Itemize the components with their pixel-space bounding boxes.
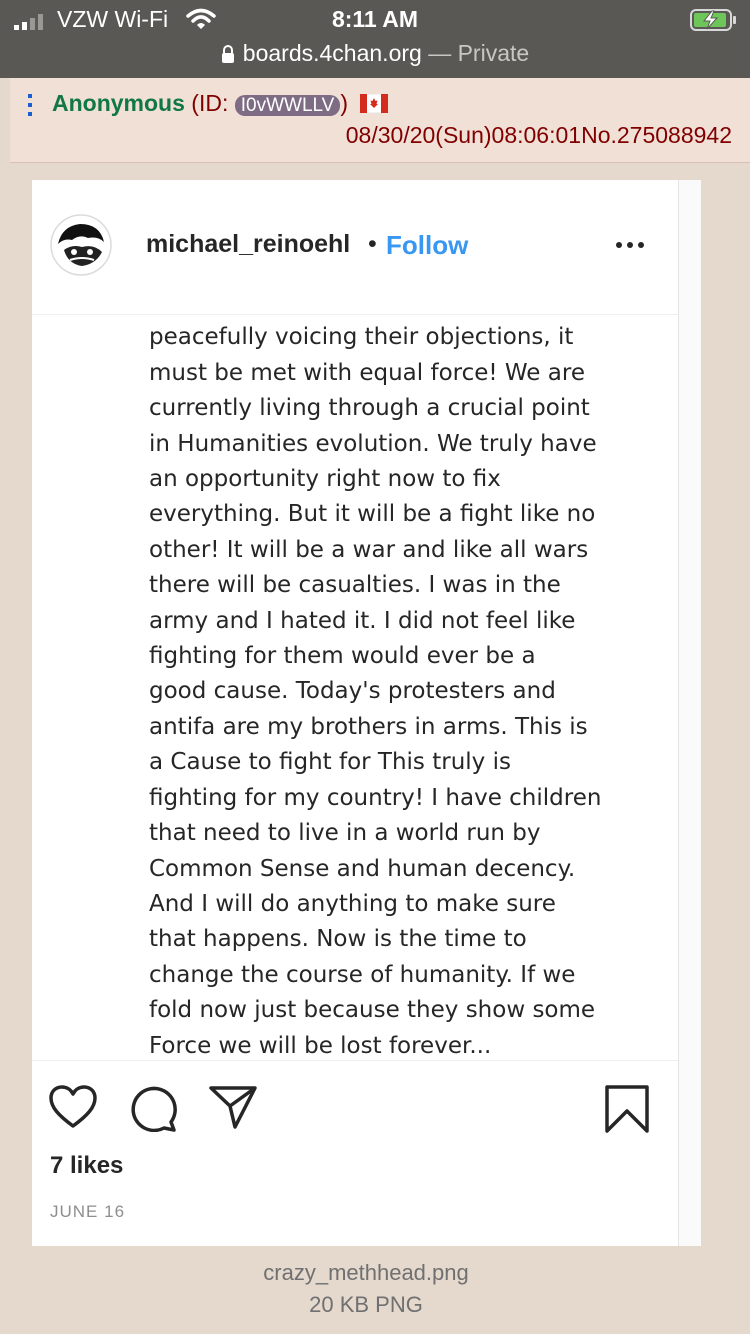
caption-line: other! It will be a war and like all war… <box>149 536 589 563</box>
address-bar[interactable]: boards.4chan.org — Private <box>0 40 750 67</box>
caption-line: in Humanities evolution. We truly have <box>149 430 597 457</box>
caption-line: a Cause to fight for This truly is <box>149 749 511 776</box>
post-date-number: 08/30/20(Sun)08:06:01No.275088942 <box>346 122 732 149</box>
caption-line: currently living through a crucial point <box>149 395 590 422</box>
caption-area: and beat up innocent citizens that arepe… <box>32 315 678 1060</box>
caption-line: fighting for them would ever be a <box>149 643 536 670</box>
caption-line: that need to live in a world run by <box>149 820 541 847</box>
separator-dot: • <box>368 230 377 258</box>
post-number[interactable]: No.275088942 <box>581 122 732 148</box>
post-datetime: 08/30/20(Sun)08:06:01 <box>345 122 582 148</box>
canada-flag-icon <box>360 94 389 113</box>
caption-line: good cause. Today's protesters and <box>149 678 556 705</box>
poster-name: Anonymous <box>52 90 185 116</box>
url-text: boards.4chan.org <box>242 40 422 66</box>
post-menu-icon[interactable] <box>27 94 33 118</box>
caption-line: must be met with equal force! We are <box>149 359 585 386</box>
id-suffix: ) <box>340 90 349 116</box>
lock-icon <box>221 45 234 63</box>
divider <box>32 1060 678 1061</box>
caption-line: change the course of humanity. If we <box>149 961 576 988</box>
caption-line: And I will do anything to make sure <box>149 890 556 917</box>
status-bar: VZW Wi-Fi 8:11 AM boards.4chan.org — Pri… <box>0 0 750 78</box>
caption-line: Common Sense and human decency. <box>149 855 576 882</box>
caption-line: there will be casualties. I was in the <box>149 572 561 599</box>
bookmark-icon <box>605 1085 649 1133</box>
post-author-line: Anonymous (ID: I0vWWLLV) <box>52 90 389 117</box>
post-header: Anonymous (ID: I0vWWLLV) 08/30/20(Sun)08… <box>10 78 750 163</box>
caption-line: fighting for my country! I have children <box>149 784 602 811</box>
poster-id[interactable]: I0vWWLLV <box>234 95 341 116</box>
file-name-link[interactable]: crazy_methhead.png <box>0 1260 732 1286</box>
file-info: 20 KB PNG <box>309 1292 423 1317</box>
battery-charging-icon <box>690 9 736 31</box>
clock: 8:11 AM <box>331 6 419 32</box>
caption-line: Force we will be lost forever... <box>149 1032 492 1059</box>
id-prefix: (ID: <box>191 90 229 116</box>
attached-image[interactable]: michael_reinoehl • Follow and beat up in… <box>32 180 700 1246</box>
comment-icon <box>131 1086 177 1132</box>
more-options-icon <box>616 242 644 248</box>
private-label: — Private <box>428 40 530 66</box>
likes-count: 7 likes <box>50 1152 124 1179</box>
caption-line: antifa are my brothers in arms. This is <box>149 713 588 740</box>
avatar <box>50 214 112 276</box>
caption-line: peacefully voicing their objections, it <box>149 324 574 351</box>
instagram-header: michael_reinoehl • Follow <box>32 180 678 315</box>
caption-line: that happens. Now is the time to <box>149 926 527 953</box>
caption-line: fold now just because they show some <box>149 997 596 1024</box>
post-date-label: JUNE 16 <box>50 1202 126 1221</box>
caption-line: an opportunity right now to fix <box>149 466 501 493</box>
caption-line: army and I hated it. I did not feel like <box>149 607 576 634</box>
instagram-username: michael_reinoehl <box>146 230 351 258</box>
heart-icon <box>49 1085 97 1128</box>
scrollbar-track <box>678 180 701 1246</box>
caption-line: everything. But it will be a fight like … <box>149 501 596 528</box>
share-icon <box>209 1086 257 1129</box>
caption-text: and beat up innocent citizens that arepe… <box>149 315 669 1060</box>
follow-button: Follow <box>386 230 469 260</box>
